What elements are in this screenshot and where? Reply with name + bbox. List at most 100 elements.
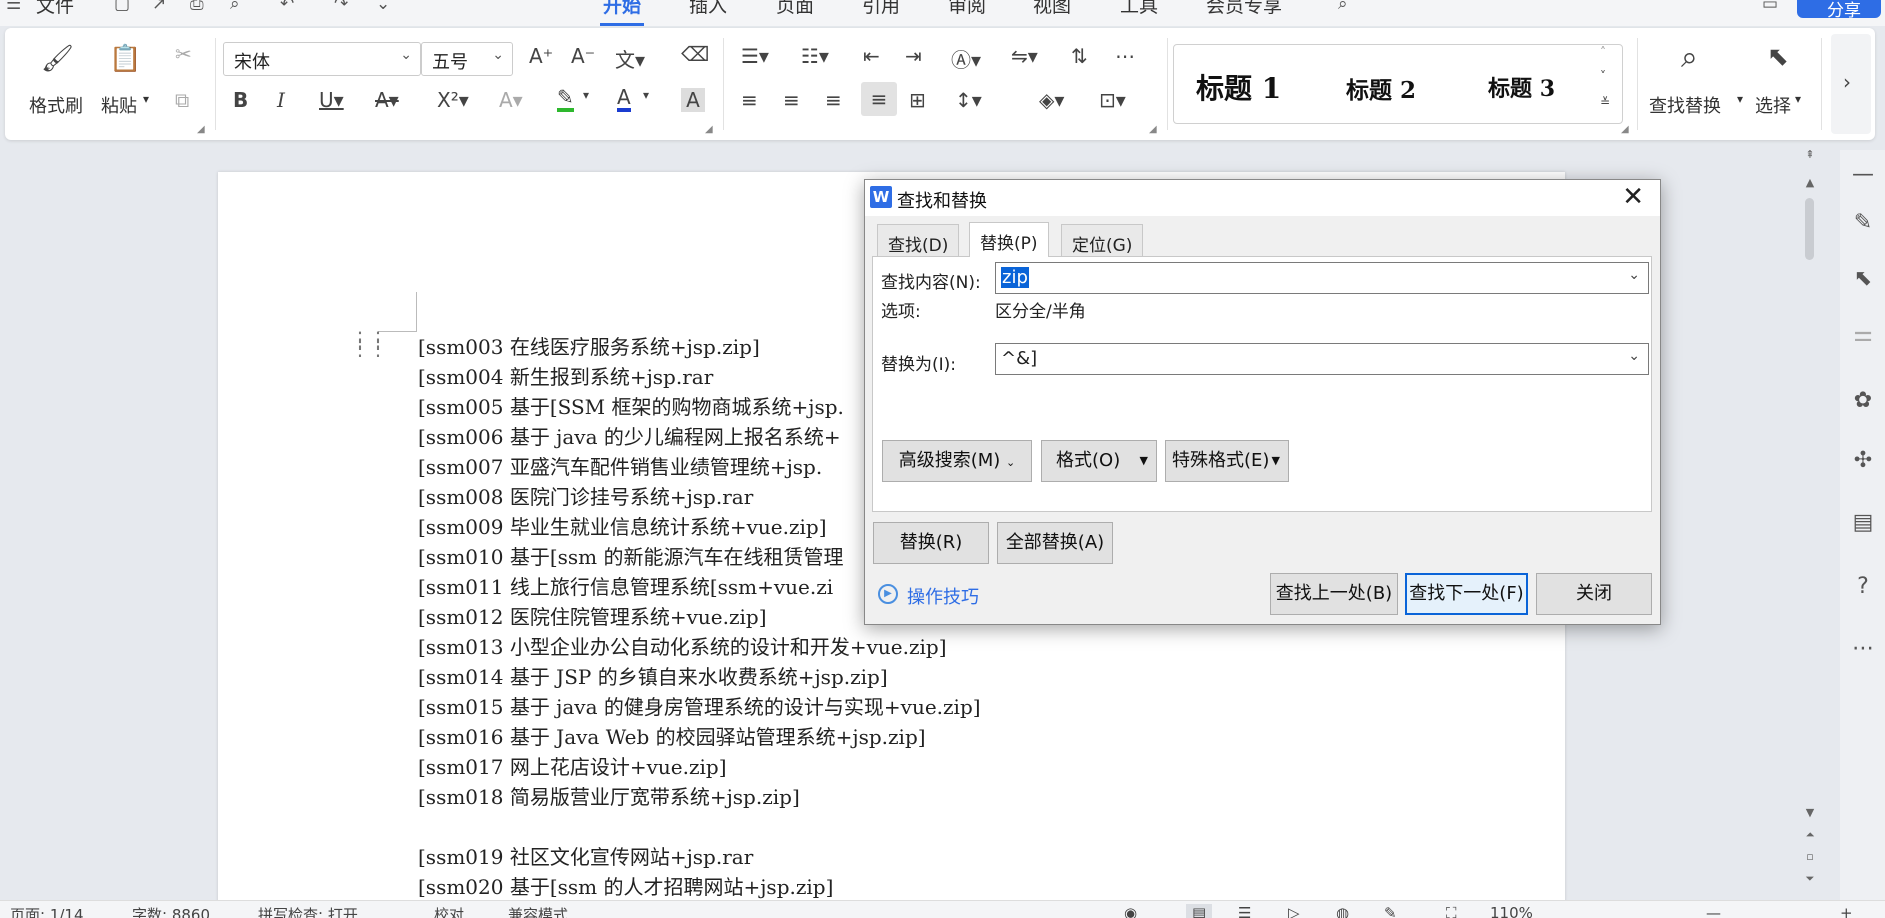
replace-with-input[interactable]: ^&] ⌄: [995, 343, 1649, 375]
special-format-button[interactable]: 特殊格式(E) ▼: [1165, 440, 1289, 482]
share-link-icon[interactable]: ↗: [152, 0, 166, 14]
tab-review[interactable]: 审阅: [948, 0, 986, 18]
play-icon[interactable]: ▷: [1288, 904, 1300, 918]
help-icon[interactable]: ?: [1850, 574, 1876, 599]
bold-icon[interactable]: B: [233, 88, 248, 112]
tab-find[interactable]: 查找(D): [877, 224, 960, 256]
undo-icon[interactable]: ↶: [280, 0, 294, 14]
comment-icon[interactable]: ▭: [1762, 0, 1778, 14]
font-name-select[interactable]: 宋体 ⌄: [223, 42, 421, 76]
spell-check-status[interactable]: 拼写检查: 打开: [258, 904, 358, 918]
more-icon[interactable]: ⌄: [376, 0, 390, 14]
print-icon[interactable]: ⎙: [190, 0, 204, 14]
tab-references[interactable]: 引用: [862, 0, 900, 18]
tab-tools[interactable]: 工具: [1120, 0, 1158, 18]
styles-up-icon[interactable]: ˄: [1600, 45, 1606, 59]
decrease-font-icon[interactable]: A⁻: [571, 44, 595, 68]
page-count[interactable]: 页面: 1/14: [10, 904, 84, 918]
web-view-icon[interactable]: ◍: [1336, 904, 1349, 918]
more-options-icon[interactable]: ⋯: [1850, 636, 1876, 661]
dialog-title-bar[interactable]: W 查找和替换 ✕: [865, 180, 1660, 216]
select-cursor-icon[interactable]: ⬉: [1767, 42, 1789, 72]
scroll-top-icon[interactable]: ⇞: [1802, 148, 1818, 161]
align-left-icon[interactable]: ≡: [741, 88, 758, 112]
select-dropdown-icon[interactable]: ▾: [1795, 92, 1801, 106]
ribbon-scroll-right-button[interactable]: ›: [1831, 34, 1871, 134]
font-launcher-icon[interactable]: ◢: [705, 124, 713, 135]
scrollbar-thumb[interactable]: [1805, 198, 1814, 260]
style-heading-3[interactable]: 标题 3: [1488, 71, 1555, 103]
word-count[interactable]: 字数: 8860: [132, 904, 210, 918]
tab-insert[interactable]: 插入: [689, 0, 727, 18]
font-size-select[interactable]: 五号 ⌄: [421, 42, 513, 76]
highlight-icon[interactable]: ✎: [557, 86, 574, 112]
find-replace-label[interactable]: 查找替换: [1649, 92, 1721, 118]
play-circle-icon[interactable]: ▶: [878, 584, 898, 604]
tab-member[interactable]: 会员专享: [1206, 0, 1282, 18]
bullet-list-icon[interactable]: ☰▾: [741, 44, 769, 68]
italic-icon[interactable]: I: [277, 88, 285, 112]
clipboard-launcher-icon[interactable]: ◢: [197, 124, 205, 135]
replace-all-button[interactable]: 全部替换(A): [997, 522, 1113, 564]
tab-view[interactable]: 视图: [1033, 0, 1071, 18]
style-heading-2[interactable]: 标题 2: [1346, 71, 1416, 105]
styles-down-icon[interactable]: ˅: [1600, 69, 1606, 83]
shading-icon[interactable]: ◈▾: [1039, 88, 1064, 112]
tools-icon[interactable]: ✣: [1850, 448, 1876, 473]
tab-home[interactable]: 开始: [603, 0, 641, 18]
increase-indent-icon[interactable]: ⇥: [905, 44, 922, 68]
next-page-icon[interactable]: ⏷: [1802, 872, 1818, 886]
find-previous-button[interactable]: 查找上一处(B): [1270, 573, 1398, 615]
page-view-icon[interactable]: ▤: [1186, 904, 1213, 918]
justify-icon[interactable]: ≡: [861, 82, 897, 116]
highlight-dropdown-icon[interactable]: ▾: [583, 88, 589, 102]
vertical-scrollbar[interactable]: ⇞ ▲ ▼ ⏶ ▫ ⏷: [1800, 148, 1820, 900]
edit-pen-icon[interactable]: ✎: [1850, 210, 1876, 235]
paste-label[interactable]: 粘贴: [101, 92, 137, 118]
paragraph-launcher-icon[interactable]: ◢: [1149, 124, 1157, 135]
cut-icon[interactable]: ✂: [175, 42, 192, 66]
numbered-list-icon[interactable]: ☷▾: [801, 44, 829, 68]
strikethrough-icon[interactable]: A▾: [375, 88, 399, 112]
replace-button[interactable]: 替换(R): [873, 522, 989, 564]
border-icon[interactable]: ⊡▾: [1099, 88, 1126, 112]
prev-page-icon[interactable]: ⏶: [1802, 828, 1818, 842]
increase-font-icon[interactable]: A⁺: [529, 44, 553, 68]
proofread-button[interactable]: 校对: [434, 904, 464, 918]
search-icon[interactable]: ⌕: [1338, 0, 1348, 14]
scroll-down-icon[interactable]: ▼: [1802, 806, 1818, 819]
find-replace-icon[interactable]: ⌕: [1681, 40, 1698, 75]
text-direction-icon[interactable]: Ⓐ▾: [951, 44, 981, 73]
menu-icon[interactable]: ☰: [6, 0, 21, 14]
clear-format-icon[interactable]: ⌫: [681, 42, 709, 66]
advanced-search-button[interactable]: 高级搜索(M) ⌄: [882, 440, 1032, 482]
pen-icon[interactable]: ✎: [1384, 904, 1397, 918]
chevron-down-icon[interactable]: ⌄: [1628, 348, 1640, 364]
tab-goto[interactable]: 定位(G): [1061, 224, 1144, 256]
close-icon[interactable]: ✕: [1622, 182, 1644, 212]
menu-file[interactable]: 文件: [36, 0, 74, 18]
superscript-icon[interactable]: X²▾: [437, 88, 469, 112]
outline-view-icon[interactable]: ☰: [1238, 904, 1251, 918]
align-center-icon[interactable]: ≡: [783, 88, 800, 112]
char-shading-icon[interactable]: A: [681, 88, 705, 112]
copy-icon[interactable]: ⧉: [175, 88, 189, 112]
tab-page[interactable]: 页面: [776, 0, 814, 18]
find-replace-dropdown-icon[interactable]: ▾: [1737, 92, 1743, 106]
format-painter-icon[interactable]: 🖌: [41, 44, 74, 74]
print-preview-icon[interactable]: ⌕: [230, 0, 240, 14]
fit-icon[interactable]: ⛶: [1446, 904, 1457, 918]
format-button[interactable]: 格式(O) ▼: [1041, 440, 1157, 482]
share-button[interactable]: 分享: [1797, 0, 1881, 21]
drag-handle-icon[interactable]: ⋮⋮ ⋮⋮: [350, 329, 388, 358]
phonetic-guide-icon[interactable]: 文▾: [615, 44, 645, 73]
select-cursor-icon[interactable]: ⬉: [1850, 266, 1876, 291]
underline-icon[interactable]: U▾: [319, 88, 344, 112]
collapse-icon[interactable]: —: [1850, 162, 1876, 187]
zoom-in-icon[interactable]: +: [1840, 904, 1853, 918]
ai-brain-icon[interactable]: ✿: [1850, 388, 1876, 413]
find-what-input[interactable]: zip ⌄: [995, 262, 1649, 294]
sort-icon[interactable]: ⇅: [1071, 44, 1088, 68]
text-effect-icon[interactable]: A▾: [499, 88, 523, 112]
map-book-icon[interactable]: ▤: [1850, 510, 1876, 535]
